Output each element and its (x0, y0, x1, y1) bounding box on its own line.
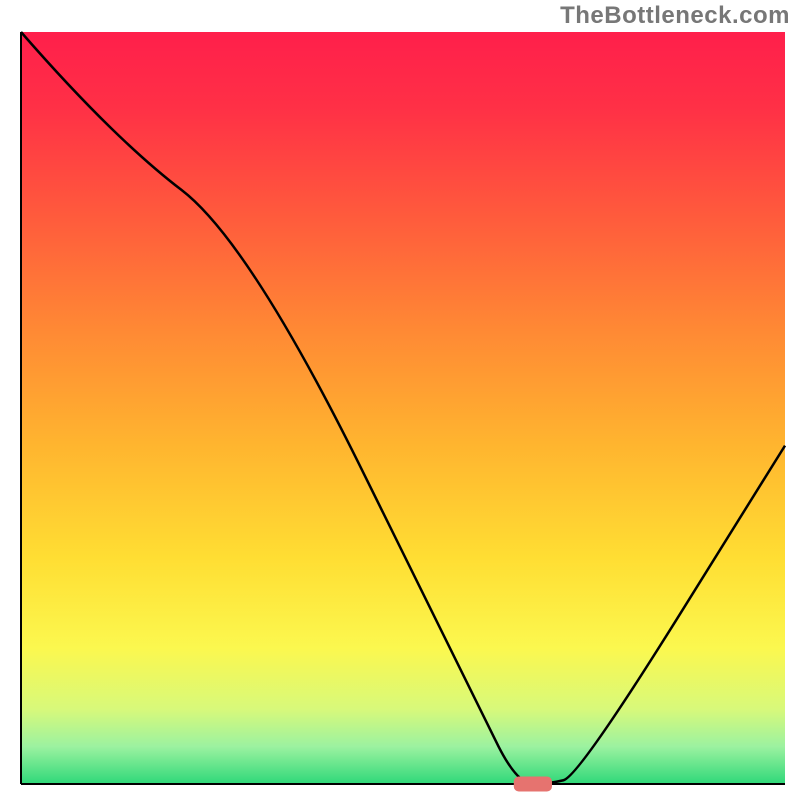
gradient-background (21, 32, 785, 784)
chart-frame: TheBottleneck.com (0, 0, 800, 800)
chart-svg (0, 0, 800, 800)
optimal-marker (514, 776, 552, 791)
